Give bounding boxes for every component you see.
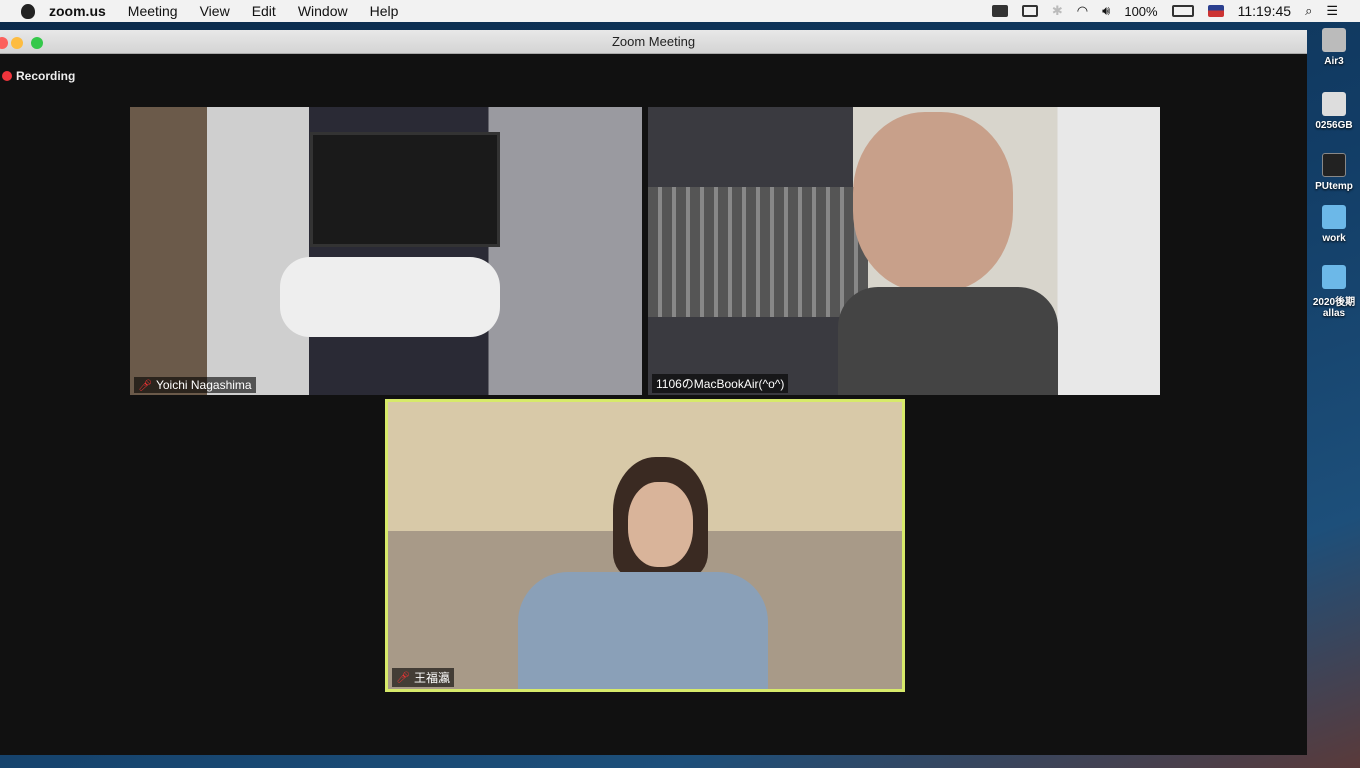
desktop-icon[interactable]: Air3 <box>1308 28 1360 67</box>
flag-us-icon[interactable] <box>1207 5 1224 17</box>
participant-label: 1106のMacBookAir(^o^) <box>652 374 789 393</box>
mic-muted-icon: 🎤︎ <box>396 672 410 684</box>
participant-name: 王福瀛 <box>413 671 450 685</box>
menu-help[interactable]: Help <box>370 3 399 19</box>
desktop-icon[interactable]: 0256GB <box>1308 92 1360 131</box>
folder-icon <box>1322 265 1346 289</box>
notification-center-icon[interactable]: ☰ <box>1326 3 1338 19</box>
menu-window[interactable]: Window <box>298 3 348 19</box>
recording-indicator: Recording <box>2 69 75 83</box>
participant-label: 🎤︎ 王福瀛 <box>392 668 454 687</box>
zoom-status-icon[interactable] <box>991 5 1008 17</box>
desktop-icon[interactable]: work <box>1308 205 1360 244</box>
zoom-button[interactable] <box>31 37 43 49</box>
participant-label: 🎤︎ Yoichi Nagashima <box>134 377 256 393</box>
desktop-icon-label: Air3 <box>1324 56 1344 67</box>
apple-icon[interactable] <box>21 3 35 19</box>
video-tile-active-speaker[interactable]: 🎤︎ 王福瀛 <box>385 399 905 692</box>
airplay-icon[interactable] <box>1021 5 1038 17</box>
wifi-icon[interactable]: ◠ <box>1077 3 1088 19</box>
zoom-window: Zoom Meeting Recording 🎤︎ Yoichi Nagashim… <box>0 30 1307 755</box>
desktop-icon[interactable]: 2020後期 allas <box>1308 265 1360 319</box>
terminal-icon <box>1322 153 1346 177</box>
video-tile[interactable]: 1106のMacBookAir(^o^) <box>648 107 1160 395</box>
volume-icon[interactable]: 🔊︎ <box>1102 3 1110 19</box>
menu-bar: zoom.us Meeting View Edit Window Help ✱ … <box>0 0 1360 22</box>
window-title: Zoom Meeting <box>611 34 696 49</box>
minimize-button[interactable] <box>11 37 23 49</box>
search-icon[interactable]: ⌕ <box>1305 3 1312 19</box>
menu-edit[interactable]: Edit <box>252 3 276 19</box>
desktop-icon-label: work <box>1322 233 1346 244</box>
menu-view[interactable]: View <box>200 3 230 19</box>
battery-icon[interactable] <box>1171 5 1194 17</box>
folder-icon <box>1322 205 1346 229</box>
video-tile[interactable]: 🎤︎ Yoichi Nagashima <box>130 107 642 395</box>
menu-app[interactable]: zoom.us <box>49 3 106 19</box>
sd-card-icon <box>1322 92 1346 116</box>
desktop-icon-label: 0256GB <box>1315 120 1353 131</box>
desktop-icon-label: PUtemp <box>1315 181 1353 192</box>
title-bar: Zoom Meeting <box>0 30 1307 54</box>
desktop-icon-label: 2020後期 allas <box>1312 297 1356 319</box>
menu-meeting[interactable]: Meeting <box>128 3 178 19</box>
drive-icon <box>1322 28 1346 52</box>
participant-name: Yoichi Nagashima <box>155 378 252 392</box>
clock[interactable]: 11:19:45 <box>1238 3 1291 19</box>
record-dot-icon <box>2 71 12 81</box>
desktop-icon[interactable]: PUtemp <box>1308 153 1360 192</box>
participant-name: 1106のMacBookAir(^o^) <box>656 377 785 391</box>
battery-percent: 100% <box>1124 3 1158 19</box>
recording-label: Recording <box>16 69 76 83</box>
mic-muted-icon: 🎤︎ <box>138 379 152 392</box>
close-button[interactable] <box>0 37 8 49</box>
bluetooth-icon[interactable]: ✱ <box>1052 3 1063 19</box>
